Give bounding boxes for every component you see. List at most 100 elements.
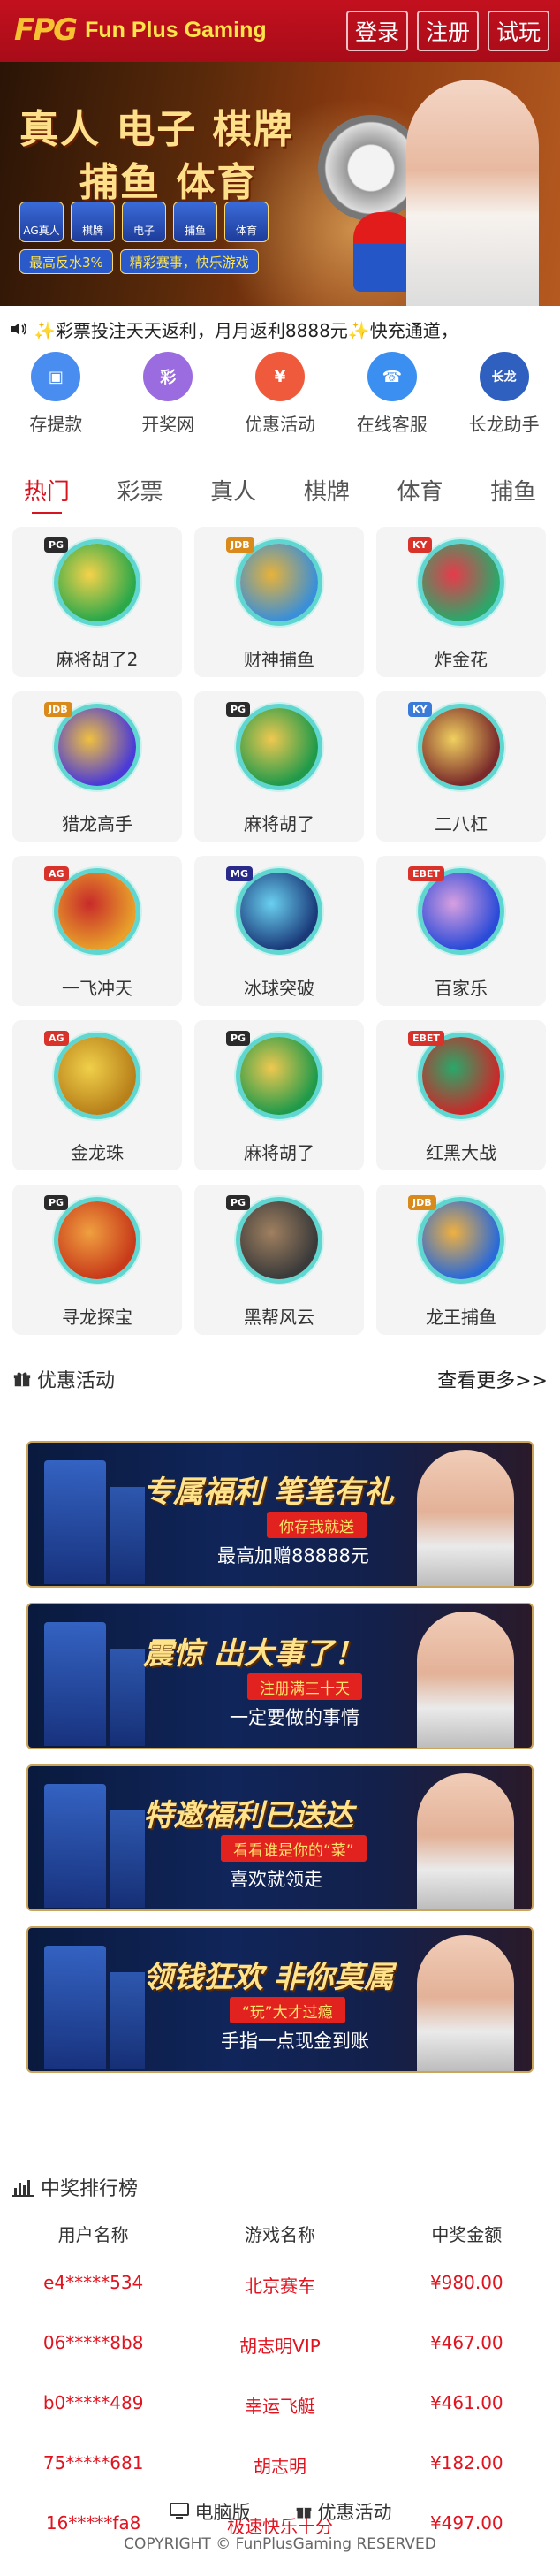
provider-badge: JDB [408,1195,436,1210]
tab-fishing[interactable]: 捕鱼 [466,467,560,516]
provider-badge: MG [226,866,253,881]
game-name: 麻将胡了 [244,1142,314,1163]
game-thumbnail [54,1197,140,1284]
game-card[interactable]: AG 一飞冲天 [12,856,182,1006]
banner-category: AG真人 [19,202,64,242]
provider-badge: AG [44,1031,69,1046]
provider-badge: AG [44,866,69,881]
game-name: 一飞冲天 [62,978,132,999]
provider-badge: PG [226,1031,251,1046]
quick-link-dragon-assistant[interactable]: 长龙 长龙助手 [448,352,560,446]
quick-link-support[interactable]: ☎ 在线客服 [336,352,448,446]
footer-promotions-link[interactable]: 优惠活动 [295,2498,392,2525]
building-graphic [110,1972,145,2069]
building-graphic [44,1460,106,1584]
banner-tag: 精彩赛事，快乐游戏 [119,249,259,274]
promotion-tagline: 手指一点现金到账 [221,2031,369,2052]
promotions-title-text: 优惠活动 [37,1370,116,1392]
game-card[interactable]: JDB 龙王捕鱼 [376,1185,546,1335]
provider-badge: JDB [226,537,254,553]
game-grid: PG 麻将胡了2 JDB 财神捕鱼 KY 炸金花 JDB 猎龙高手 PG 麻将胡了 KY 二八杠 AG 一… [12,527,549,1335]
game-card[interactable]: PG 黑帮风云 [194,1185,364,1335]
tab-lottery[interactable]: 彩票 [94,467,187,516]
promotion-tagline: 喜欢就领走 [230,1869,322,1890]
marquee-text: ✨彩票投注天天返利，月月返利8888元✨快充通道， [34,319,458,341]
trial-button[interactable]: 试玩 [488,11,549,51]
leaderboard-cell-amount: ¥467.00 [429,2332,503,2353]
provider-badge: PG [226,1195,251,1210]
announcement-marquee[interactable]: ✨彩票投注天天返利，月月返利8888元✨快充通道， [0,309,560,348]
game-thumbnail [236,704,322,790]
monitor-icon [169,2503,189,2519]
promotion-title: 震惊 出大事了！ [143,1636,364,1672]
game-name: 财神捕鱼 [244,649,314,670]
logo-text: Fun Plus Gaming [85,17,267,42]
building-graphic [110,1649,145,1746]
tab-chess[interactable]: 棋牌 [280,467,374,516]
game-name: 百家乐 [435,978,488,999]
model-photo [417,1935,514,2071]
promotion-banner[interactable]: 震惊 出大事了！ 注册满三十天 一定要做的事情 [26,1603,534,1749]
support-icon: ☎ [367,352,417,401]
quick-link-promotions[interactable]: ¥ 优惠活动 [224,352,337,446]
building-graphic [44,1946,106,2069]
building-graphic [44,1622,106,1746]
promotion-subtitle: 看看谁是你的“菜” [221,1835,367,1862]
tab-sports[interactable]: 体育 [374,467,467,516]
game-category-tabs: 热门 彩票 真人 棋牌 体育 捕鱼 [0,467,560,516]
column-header-amount: 中奖金额 [431,2224,503,2245]
game-card[interactable]: PG 麻将胡了 [194,691,364,842]
game-card[interactable]: KY 二八杠 [376,691,546,842]
game-card[interactable]: MG 冰球突破 [194,856,364,1006]
promotions-more-link[interactable]: 查看更多>> [437,1365,548,1393]
game-card[interactable]: KY 炸金花 [376,527,546,677]
game-thumbnail [236,1197,322,1284]
game-card[interactable]: PG 麻将胡了2 [12,527,182,677]
site-logo[interactable]: FPG Fun Plus Gaming [14,12,267,48]
game-card[interactable]: EBET 百家乐 [376,856,546,1006]
quick-link-lottery-results[interactable]: 彩 开奖网 [112,352,224,446]
login-button[interactable]: 登录 [346,11,408,51]
model-photo [417,1450,514,1586]
promotion-banner[interactable]: 特邀福利已送达 看看谁是你的“菜” 喜欢就领走 [26,1764,534,1911]
game-card[interactable]: JDB 财神捕鱼 [194,527,364,677]
desktop-version-link[interactable]: 电脑版 [169,2498,251,2525]
leaderboard-cell-amount: ¥461.00 [429,2392,503,2413]
game-card[interactable]: PG 寻龙探宝 [12,1185,182,1335]
game-card[interactable]: JDB 猎龙高手 [12,691,182,842]
game-name: 龙王捕鱼 [426,1307,496,1328]
promotion-banner[interactable]: 专属福利 笔笔有礼 你存我就送 最高加赠88888元 [26,1441,534,1588]
leaderboard-cell-game: 幸运飞艇 [244,2396,315,2417]
leaderboard-title: 中奖排行榜 [41,2178,139,2200]
desktop-version-label: 电脑版 [194,2502,251,2523]
provider-badge: EBET [408,1031,444,1046]
leaderboard-cell-game: 胡志明VIP [239,2336,321,2357]
tab-live[interactable]: 真人 [186,467,280,516]
register-button[interactable]: 注册 [417,11,479,51]
promotion-title: 特邀福利已送达 [143,1798,353,1833]
promotion-subtitle: 你存我就送 [267,1512,367,1538]
bar-chart-icon [12,2180,34,2197]
leaderboard-row: 06*****8b8 胡志明VIP ¥467.00 [0,2332,560,2392]
tab-hot[interactable]: 热门 [0,467,94,516]
model-photo [406,80,539,306]
quick-link-deposit[interactable]: ▣ 存提款 [0,352,112,446]
provider-badge: PG [44,1195,69,1210]
column-header-user: 用户名称 [57,2224,129,2245]
game-card[interactable]: AG 金龙珠 [12,1020,182,1170]
provider-badge: JDB [44,702,72,717]
promotion-subtitle: 注册满三十天 [247,1673,362,1700]
gift-icon [13,1372,31,1387]
game-name: 麻将胡了2 [56,649,139,670]
promotion-banner[interactable]: 领钱狂欢 非你莫属 “玩”大才过瘾 手指一点现金到账 [26,1926,534,2073]
banner-category: 体育 [224,202,269,242]
leaderboard-cell-user: b0*****489 [42,2392,144,2413]
banner-category: 电子 [122,202,166,242]
quick-link-label: 存提款 [29,414,83,435]
hero-banner[interactable]: 真人 电子 棋牌 捕鱼 体育 AG真人 棋牌 电子 捕鱼 体育 最高反水3% 精… [0,62,560,306]
game-card[interactable]: EBET 红黑大战 [376,1020,546,1170]
game-card[interactable]: PG 麻将胡了 [194,1020,364,1170]
leaderboard-column-headers: 用户名称 游戏名称 中奖金额 [0,2221,560,2246]
quick-link-label: 优惠活动 [244,414,315,435]
provider-badge: PG [226,702,251,717]
